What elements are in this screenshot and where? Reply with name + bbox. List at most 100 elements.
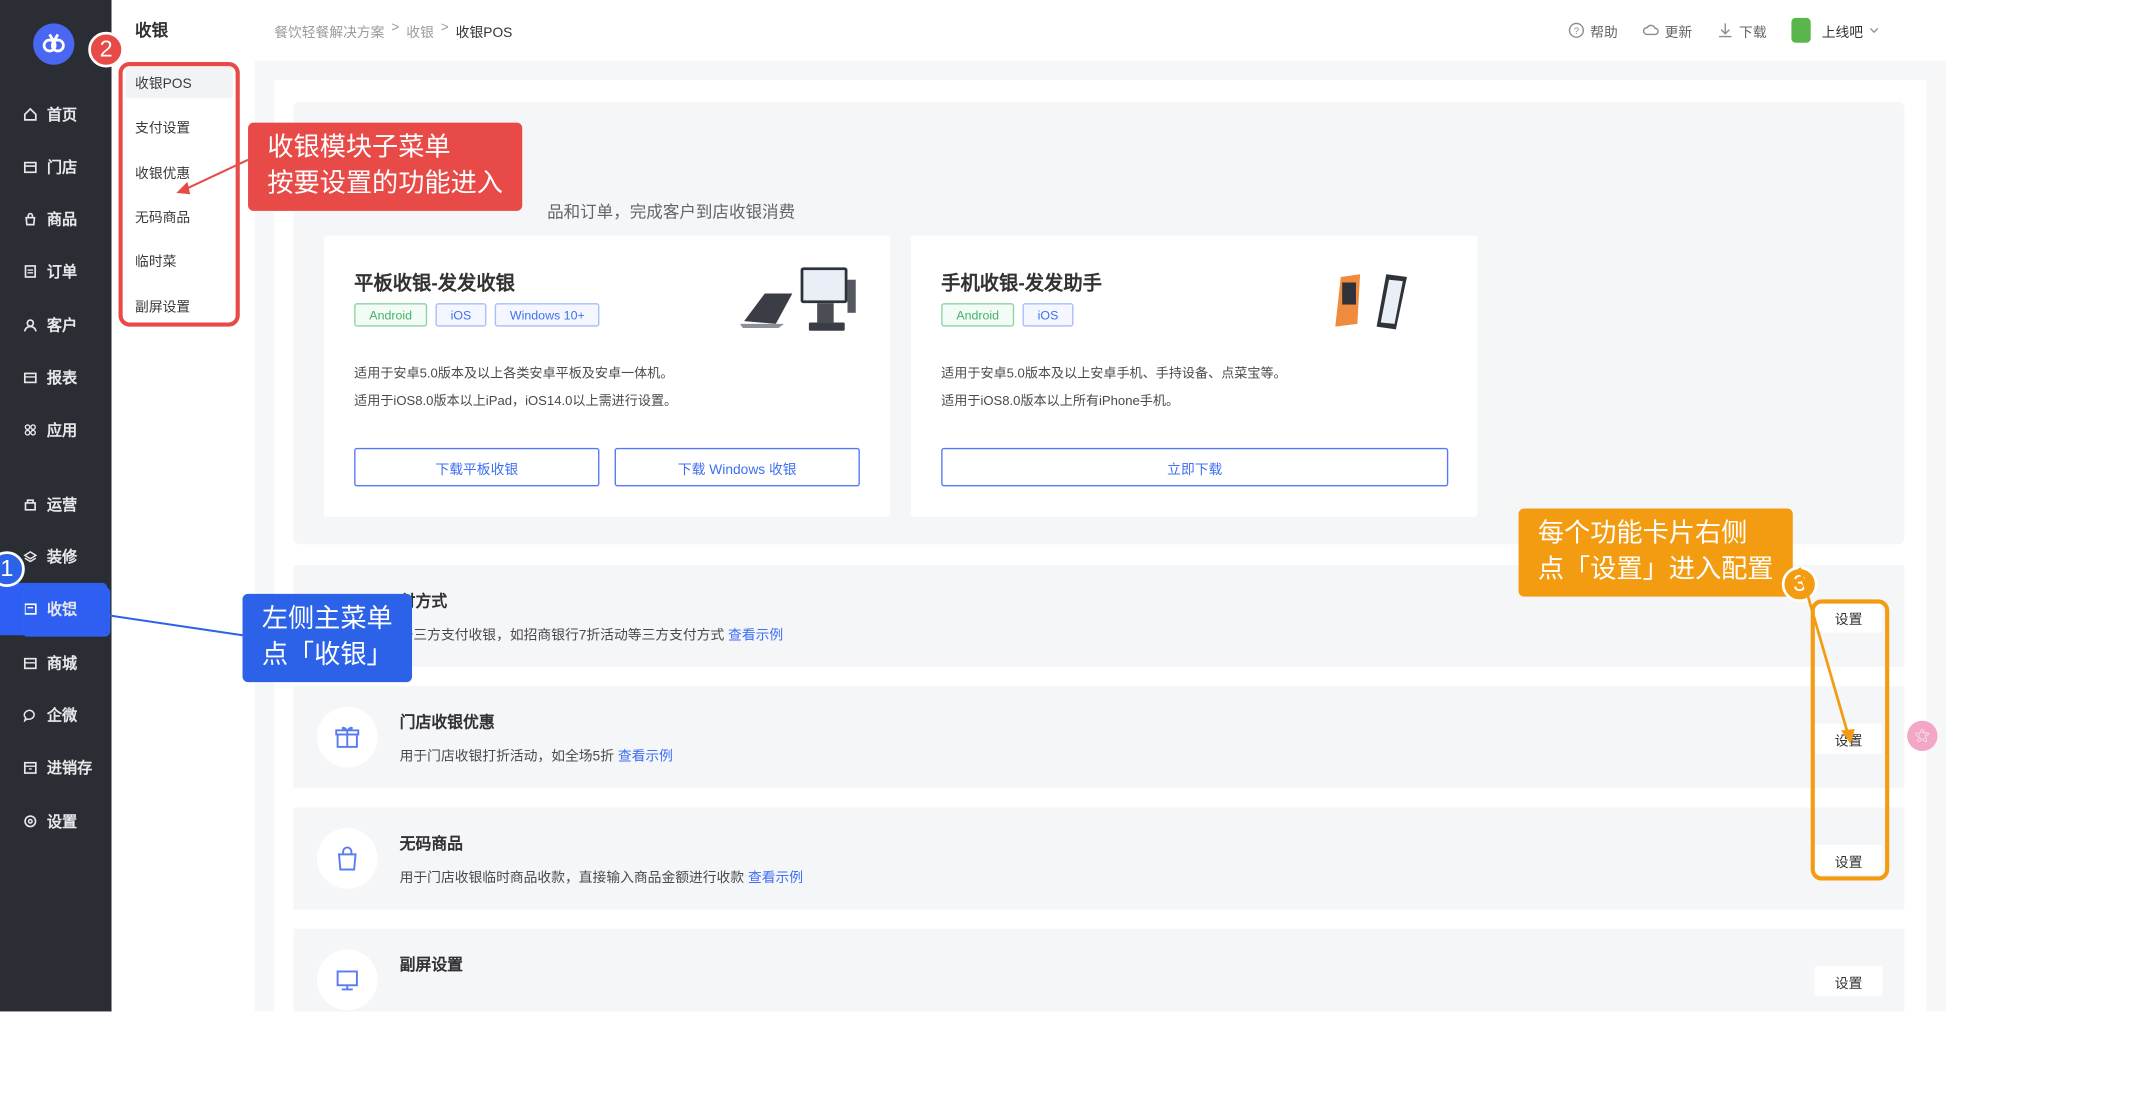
operation-icon xyxy=(23,497,37,511)
sidebar-item-customer[interactable]: 客户 xyxy=(0,299,112,351)
update-label: 更新 xyxy=(1664,25,1693,41)
tag-ios: iOS xyxy=(1022,303,1074,327)
app-frame: 首页 门店 商品 订单 客户 报表 应用 运营 装修 收银 商城 企微 进销存 … xyxy=(0,0,2133,1108)
view-example-link[interactable]: 查看示例 xyxy=(728,628,783,643)
view-example-link[interactable]: 查看示例 xyxy=(618,750,673,765)
mall-icon xyxy=(23,656,37,670)
sidebar-item-inventory[interactable]: 进销存 xyxy=(0,741,112,793)
feature-title: 无码商品 xyxy=(399,836,464,853)
sidebar-item-settings[interactable]: 设置 xyxy=(0,795,112,847)
breadcrumb-item[interactable]: 收银 xyxy=(406,21,434,41)
submenu-title: 收银 xyxy=(135,20,169,40)
platform-tags: Android iOS Windows 10+ xyxy=(354,303,600,327)
breadcrumb-item[interactable]: 餐饮轻餐解决方案 xyxy=(274,21,384,41)
sidebar-item-label: 应用 xyxy=(46,423,78,440)
tag-android: Android xyxy=(941,303,1015,327)
help-icon: ? xyxy=(1568,22,1585,38)
settings-button[interactable]: 设置 xyxy=(1814,965,1883,997)
feature-card-second-screen: 副屏设置 设置 xyxy=(293,928,1905,1012)
avatar xyxy=(1791,17,1811,43)
tag-windows: Windows 10+ xyxy=(494,303,600,327)
logo-icon xyxy=(42,33,65,53)
download-icon xyxy=(1719,23,1732,38)
card-description-2: 适用于iOS8.0版本以上iPad，iOS14.0以上需进行设置。 xyxy=(354,394,678,410)
sidebar-item-wecom[interactable]: 企微 xyxy=(0,689,112,741)
sidebar-item-label: 门店 xyxy=(46,159,78,177)
section-description: 品和订单，完成客户到店收银消费 xyxy=(547,202,796,222)
sidebar-item-label: 报表 xyxy=(46,370,78,388)
shop-name: 上线吧 xyxy=(1821,25,1864,41)
sidebar-item-home[interactable]: 首页 xyxy=(0,88,112,140)
step-badge-2: 2 xyxy=(88,31,125,68)
update-link[interactable]: 更新 xyxy=(1642,20,1693,41)
feature-description-text: 用于门店收银打折活动，如全场5折 xyxy=(399,749,614,765)
customer-icon xyxy=(23,318,37,332)
sidebar-item-label: 设置 xyxy=(46,814,78,831)
shop-switcher[interactable]: 上线吧 xyxy=(1791,17,1885,43)
main-sidebar: 首页 门店 商品 订单 客户 报表 应用 运营 装修 收银 商城 企微 进销存 … xyxy=(0,0,112,1012)
sidebar-item-apps[interactable]: 应用 xyxy=(0,404,112,456)
feature-description-text: 用于门店收银临时商品收款，直接输入商品金额进行收款 xyxy=(399,870,745,887)
sidebar-item-label: 客户 xyxy=(46,318,78,335)
sidebar-item-label: 装修 xyxy=(46,549,78,567)
settings-icon xyxy=(23,814,37,828)
feature-description-text: 于三方支付收银，如招商银行7折活动等三方支付方式 xyxy=(399,628,725,644)
feature-icon-wrap xyxy=(316,949,378,1011)
download-now-button[interactable]: 立即下载 xyxy=(941,447,1449,487)
feature-description: 于三方支付收银，如招商银行7折活动等三方支付方式 查看示例 xyxy=(399,623,784,644)
decoration-icon xyxy=(23,550,38,564)
sidebar-item-store[interactable]: 门店 xyxy=(0,141,112,193)
gift-icon xyxy=(335,726,360,748)
callout-line: 点「收银」 xyxy=(261,640,393,670)
sidebar-item-cashier[interactable]: 收银 xyxy=(0,582,111,637)
top-actions: ? 帮助 更新 下载 上线吧 xyxy=(1568,17,1910,43)
sidebar-item-order[interactable]: 订单 xyxy=(0,245,112,297)
floating-assistant-icon[interactable]: ⚝ xyxy=(1907,720,1938,752)
sidebar-item-goods[interactable]: 商品 xyxy=(0,193,112,245)
settings-buttons-highlight xyxy=(1810,599,1890,881)
tag-android: Android xyxy=(354,303,428,327)
main-menu-callout: 左侧主菜单 点「收银」 xyxy=(242,593,413,683)
tablet-pos-card: 平板收银-发发收银 Android iOS Windows 10+ 适用于安卓5… xyxy=(323,235,891,517)
store-icon xyxy=(23,160,37,174)
mobile-pos-card: 手机收银-发发助手 Android iOS 适用于安卓5.0版本及以上安卓手机、… xyxy=(910,235,1478,517)
sidebar-item-label: 运营 xyxy=(46,497,78,514)
tag-ios: iOS xyxy=(435,303,487,327)
report-icon xyxy=(23,371,37,385)
inventory-icon xyxy=(23,761,37,775)
card-description-2: 适用于iOS8.0版本以上所有iPhone手机。 xyxy=(941,394,1180,410)
monitor-icon xyxy=(336,970,358,991)
feature-description: 用于门店收银打折活动，如全场5折 查看示例 xyxy=(400,744,673,765)
tablet-device-image xyxy=(739,267,856,331)
card-description-1: 适用于安卓5.0版本及以上安卓手机、手持设备、点菜宝等。 xyxy=(941,366,1287,382)
sidebar-item-mall[interactable]: 商城 xyxy=(0,637,112,689)
help-label: 帮助 xyxy=(1590,25,1618,41)
sidebar-item-label: 企微 xyxy=(46,708,78,725)
platform-tags: Android iOS xyxy=(941,303,1074,327)
phone-device-image xyxy=(1335,274,1407,330)
card-title: 平板收银-发发收银 xyxy=(354,271,515,294)
logo[interactable] xyxy=(33,23,75,65)
feature-icon-wrap xyxy=(316,706,378,768)
sidebar-item-label: 订单 xyxy=(46,264,78,282)
sidebar-item-label: 首页 xyxy=(46,107,78,125)
breadcrumb-separator: > xyxy=(440,20,449,36)
goods-icon xyxy=(23,212,37,226)
view-example-link[interactable]: 查看示例 xyxy=(748,871,803,886)
sidebar-item-report[interactable]: 报表 xyxy=(0,351,112,403)
help-link[interactable]: ? 帮助 xyxy=(1568,20,1618,41)
callout-line: 点「设置」进入配置 xyxy=(1537,555,1774,585)
download-windows-button[interactable]: 下载 Windows 收银 xyxy=(614,447,860,487)
breadcrumb: 餐饮轻餐解决方案 > 收银 > 收银POS xyxy=(274,21,512,42)
feature-title: 副屏设置 xyxy=(399,957,464,975)
breadcrumb-separator: > xyxy=(391,20,400,36)
download-link[interactable]: 下载 xyxy=(1717,20,1767,41)
sidebar-item-operation[interactable]: 运营 xyxy=(0,478,112,530)
shopping-bag-icon xyxy=(337,846,357,871)
svg-text:?: ? xyxy=(1574,26,1579,37)
sidebar-item-label: 进销存 xyxy=(46,760,93,778)
download-tablet-button[interactable]: 下载平板收银 xyxy=(354,447,600,487)
breadcrumb-current: 收银POS xyxy=(455,26,513,42)
settings-callout: 每个功能卡片右侧 点「设置」进入配置 xyxy=(1518,508,1793,597)
wecom-icon xyxy=(23,708,37,723)
